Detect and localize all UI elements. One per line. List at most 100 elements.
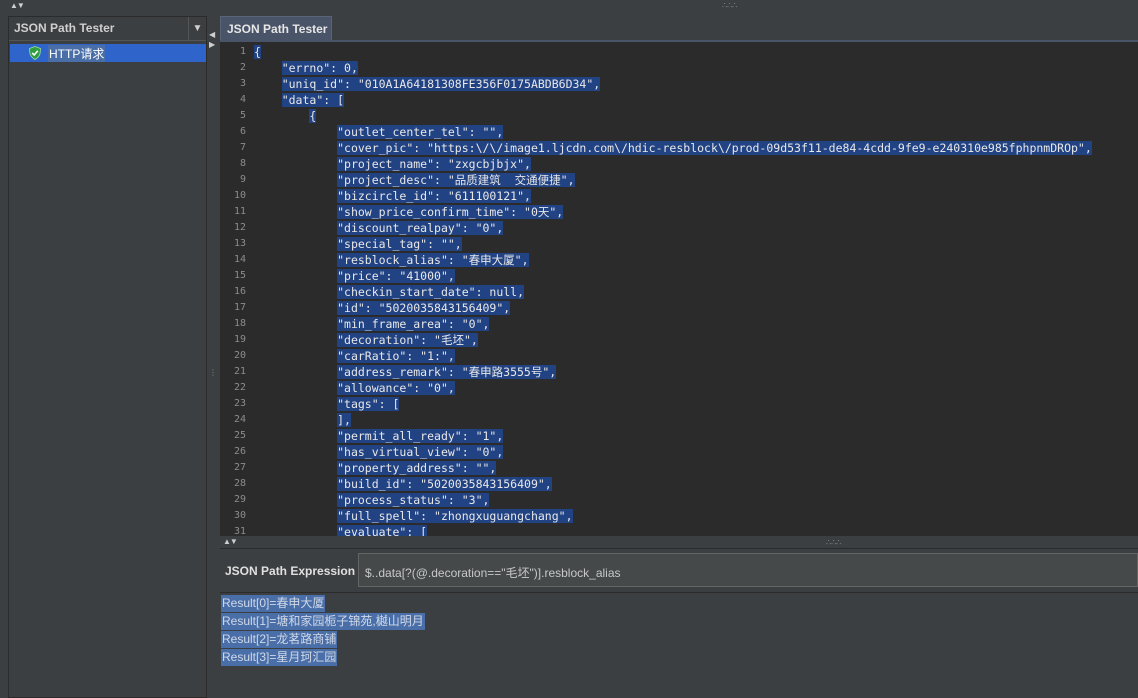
line-number: 20 [233, 350, 246, 361]
line-number: 14 [233, 254, 246, 265]
code-line: 28 "build_id": "5020035843156409", [234, 476, 1134, 492]
line-number: 7 [239, 142, 246, 153]
tree-item-http-request[interactable]: HTTP请求 [10, 44, 206, 62]
drag-grip-icon[interactable]: ∴∴∴ [722, 2, 737, 10]
code-text: "permit_all_ready": "1", [337, 429, 504, 443]
code-line: 16 "checkin_start_date": null, [234, 284, 1134, 300]
collapse-right-icon[interactable]: ▶ [209, 40, 215, 49]
shield-check-icon [29, 46, 41, 60]
line-number: 23 [233, 398, 246, 409]
code-line: 31 "evaluate": [ [234, 524, 1134, 536]
code-line: 17 "id": "5020035843156409", [234, 300, 1134, 316]
code-text: "uniq_id": "010A1A64181308FE356F0175ABDB… [281, 77, 601, 91]
code-text: "id": "5020035843156409", [337, 301, 511, 315]
line-number: 13 [233, 238, 246, 249]
drag-grip-icon[interactable]: ∴∴∴ [826, 539, 841, 547]
code-text: { [254, 45, 261, 59]
line-number: 18 [233, 318, 246, 329]
code-text: "outlet_center_tel": "", [337, 125, 504, 139]
code-line: 3 "uniq_id": "010A1A64181308FE356F0175AB… [240, 76, 1134, 92]
code-line: 22 "allowance": "0", [234, 380, 1134, 396]
code-line: 27 "property_address": "", [234, 460, 1134, 476]
code-line: 6 "outlet_center_tel": "", [240, 124, 1134, 140]
tab-label: JSON Path Tester [227, 22, 328, 36]
code-line: 12 "discount_realpay": "0", [234, 220, 1134, 236]
view-selector[interactable]: JSON Path Tester ▼ [9, 17, 206, 41]
code-line: 25 "permit_all_ready": "1", [234, 428, 1134, 444]
jmeter-window: ▲▼ ∴∴∴ JSON Path Tester ▼ HTTP请求 ◀ ▶ ⋮ J… [0, 0, 1138, 698]
line-number: 1 [239, 46, 246, 57]
line-number: 6 [239, 126, 246, 137]
line-number: 16 [233, 286, 246, 297]
line-number: 31 [233, 526, 246, 536]
vertical-splitter[interactable]: ◀ ▶ ⋮ [207, 16, 219, 698]
line-number: 11 [233, 206, 246, 217]
code-text: "discount_realpay": "0", [337, 221, 504, 235]
result-line: Result[0]=春申大厦 [221, 595, 326, 612]
line-number: 2 [239, 62, 246, 73]
code-text: "project_desc": "品质建筑 交通便捷", [337, 173, 575, 187]
line-number: 22 [233, 382, 246, 393]
code-text: "data": [ [281, 93, 345, 107]
sampler-tree: HTTP请求 [9, 43, 206, 697]
code-line: 9 "project_desc": "品质建筑 交通便捷", [240, 172, 1134, 188]
line-number: 10 [233, 190, 246, 201]
code-line: 18 "min_frame_area": "0", [234, 316, 1134, 332]
line-number: 4 [239, 94, 246, 105]
line-number: 30 [233, 510, 246, 521]
code-text: "special_tag": "", [337, 237, 462, 251]
code-text: "checkin_start_date": null, [337, 285, 525, 299]
expression-label: JSON Path Expression [225, 564, 356, 578]
line-number: 9 [239, 174, 246, 185]
code-line: 26 "has_virtual_view": "0", [234, 444, 1134, 460]
code-text: "address_remark": "春申路3555号", [337, 365, 557, 379]
code-line: 7 "cover_pic": "https:\/\/image1.ljcdn.c… [240, 140, 1134, 156]
code-lines: 1{2 "errno": 0, 3 "uniq_id": "010A1A64181… [234, 44, 1134, 536]
code-text: "process_status": "3", [337, 493, 490, 507]
code-text: "has_virtual_view": "0", [337, 445, 504, 459]
results-area[interactable]: Result[0]=春申大厦 Result[1]=塘和家园栀子锦苑,樾山明月 R… [220, 592, 1138, 698]
code-line: 14 "resblock_alias": "春申大厦", [234, 252, 1134, 268]
line-number: 19 [233, 334, 246, 345]
tab-json-path-tester[interactable]: JSON Path Tester [220, 16, 332, 40]
horizontal-splitter[interactable]: ▲▼ ∴∴∴ [220, 536, 1138, 548]
code-text: "decoration": "毛坯", [337, 333, 478, 347]
code-text: "evaluate": [ [254, 525, 428, 536]
code-line: 8 "project_name": "zxgcbjbjx", [240, 156, 1134, 172]
drag-grip-icon[interactable]: ⋮ [209, 368, 217, 377]
line-number: 8 [239, 158, 246, 169]
code-text: { [309, 109, 317, 123]
code-text: "property_address": "", [337, 461, 497, 475]
tree-item-label: HTTP请求 [48, 44, 106, 62]
top-splitter[interactable]: ▲▼ ∴∴∴ [0, 0, 1138, 12]
expression-input[interactable]: $..data[?(@.decoration=="毛坯")].resblock_… [358, 553, 1138, 587]
code-text: "cover_pic": "https:\/\/image1.ljcdn.com… [337, 141, 1092, 155]
code-line: 1{ [240, 44, 1134, 60]
code-text: "project_name": "zxgcbjbjx", [337, 157, 531, 171]
code-line: 23 "tags": [ [234, 396, 1134, 412]
collapse-left-icon[interactable]: ◀ [209, 30, 215, 39]
line-number: 28 [233, 478, 246, 489]
code-line: 24 ], [234, 412, 1134, 428]
code-line: 2 "errno": 0, [240, 60, 1134, 76]
line-number: 3 [239, 78, 246, 89]
code-line: 21 "address_remark": "春申路3555号", [234, 364, 1134, 380]
result-line: Result[1]=塘和家园栀子锦苑,樾山明月 [221, 613, 425, 630]
chevron-down-icon[interactable]: ▼ [188, 17, 206, 40]
line-number: 27 [233, 462, 246, 473]
code-text: "tags": [ [337, 397, 400, 411]
collapse-arrows-icon[interactable]: ▲▼ [10, 2, 25, 10]
code-line: 13 "special_tag": "", [234, 236, 1134, 252]
view-selector-label: JSON Path Tester [14, 21, 115, 35]
code-text: "carRatio": "1:", [337, 349, 455, 363]
code-text: "bizcircle_id": "611100121", [337, 189, 531, 203]
code-line: 11 "show_price_confirm_time": "0天", [234, 204, 1134, 220]
code-text: "build_id": "5020035843156409", [337, 477, 552, 491]
line-number: 5 [239, 110, 246, 121]
collapse-arrows-icon[interactable]: ▲▼ [223, 537, 238, 546]
result-line: Result[3]=星月珂汇园 [221, 649, 338, 666]
code-text: "full_spell": "zhongxuguangchang", [337, 509, 573, 523]
result-line: Result[2]=龙茗路商铺 [221, 631, 338, 648]
code-line: 20 "carRatio": "1:", [234, 348, 1134, 364]
response-editor[interactable]: 1{2 "errno": 0, 3 "uniq_id": "010A1A64181… [220, 42, 1138, 536]
